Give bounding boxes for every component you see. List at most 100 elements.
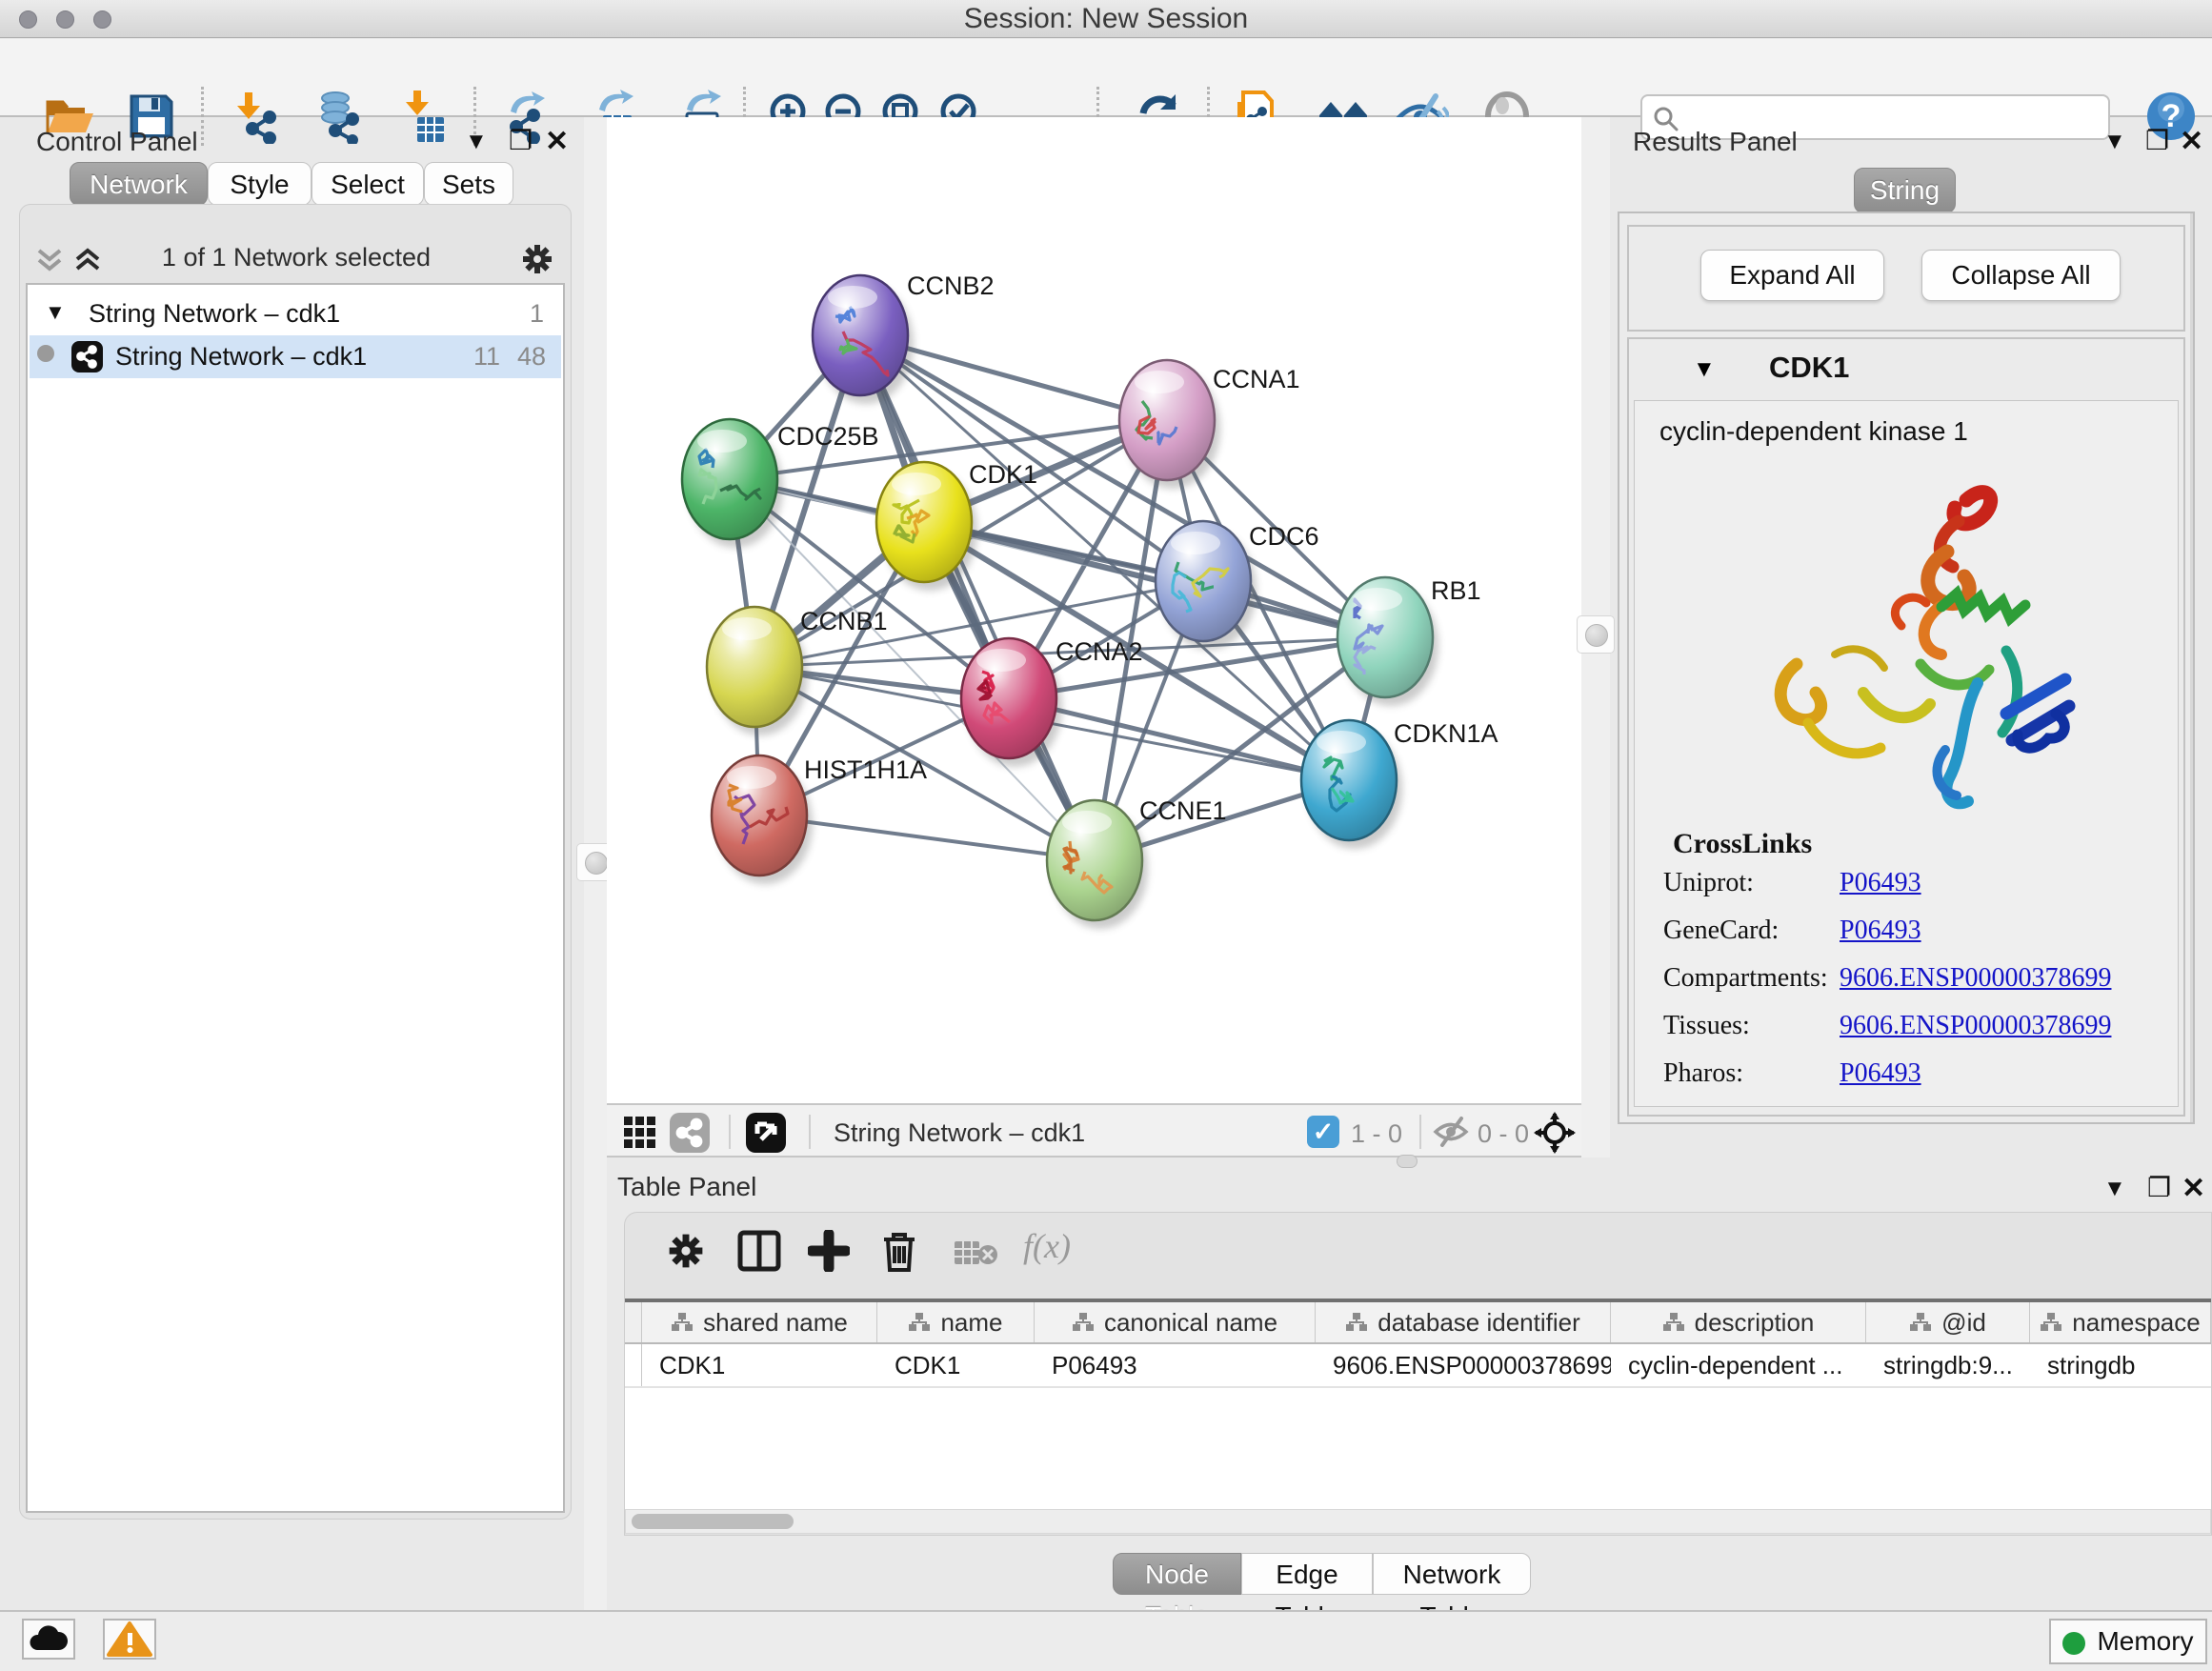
node-column-icon	[1909, 1311, 1932, 1334]
crosslink-value-link[interactable]: 9606.ENSP00000378699	[1840, 963, 2111, 993]
panel-close-icon[interactable]: ✕	[2180, 125, 2203, 158]
memory-button[interactable]: Memory	[2049, 1619, 2207, 1664]
table-column-header[interactable]: canonical name	[1035, 1302, 1316, 1342]
expand-collapse-box: Expand All Collapse All	[1627, 225, 2185, 332]
table-cell[interactable]: stringdb	[2030, 1344, 2211, 1386]
cloud-status-button[interactable]	[22, 1619, 75, 1660]
delete-table-icon[interactable]	[953, 1238, 998, 1270]
network-node[interactable]	[712, 755, 813, 884]
network-node-label: RB1	[1431, 576, 1481, 605]
crosslink-row: Tissues:9606.ENSP00000378699	[1663, 1011, 2111, 1041]
tab-node-table[interactable]: Node Table	[1113, 1553, 1241, 1595]
network-node[interactable]	[1047, 800, 1148, 929]
network-node[interactable]	[876, 462, 977, 591]
panel-close-icon[interactable]: ✕	[545, 125, 569, 158]
network-node-label: CDC6	[1249, 522, 1319, 551]
table-cell[interactable]: CDK1	[642, 1344, 877, 1386]
panel-menu-icon[interactable]: ▼	[2103, 1176, 2126, 1202]
right-splitter-grip[interactable]	[1577, 615, 1615, 654]
table-cell[interactable]: cyclin-dependent ...	[1611, 1344, 1866, 1386]
section-collapse-icon[interactable]: ▼	[1693, 356, 1716, 383]
tab-style[interactable]: Style	[208, 162, 312, 206]
cloud-icon	[24, 1621, 73, 1658]
panel-menu-icon[interactable]: ▼	[465, 129, 488, 155]
results-panel-title: Results Panel	[1633, 127, 1798, 157]
crosslink-value-link[interactable]: P06493	[1840, 1058, 1921, 1088]
network-node[interactable]	[707, 607, 808, 735]
table-cell[interactable]: 9606.ENSP00000378699	[1316, 1344, 1611, 1386]
crosslink-value-link[interactable]: 9606.ENSP00000378699	[1840, 1011, 2111, 1040]
network-collection-label: String Network – cdk1	[89, 299, 340, 329]
options-gear-icon[interactable]	[519, 241, 555, 277]
hidden-eye-icon[interactable]	[1432, 1116, 1470, 1148]
delete-column-icon[interactable]	[880, 1230, 918, 1274]
birdseye-crosshair-icon[interactable]	[1534, 1112, 1576, 1154]
open-in-window-icon[interactable]	[746, 1113, 786, 1153]
collapse-all-button[interactable]: Collapse All	[1921, 250, 2121, 301]
expand-all-button[interactable]: Expand All	[1700, 250, 1884, 301]
table-column-header[interactable]: database identifier	[1316, 1302, 1611, 1342]
table-column-header[interactable]: name	[877, 1302, 1035, 1342]
network-canvas[interactable]: CCNB2CCNA1CDC25BCDK1CDC6RB1CCNB1CCNA2CDK…	[607, 117, 1581, 1103]
select-columns-icon[interactable]	[737, 1230, 781, 1272]
tab-network[interactable]: Network	[70, 162, 208, 206]
selected-counts: 1 - 0	[1351, 1119, 1402, 1149]
grid-view-icon[interactable]	[622, 1115, 658, 1151]
network-tree-item-row[interactable]: String Network – cdk1 11 48	[30, 335, 561, 378]
network-node[interactable]	[961, 638, 1062, 767]
network-tree-root-row[interactable]: ▼ String Network – cdk1 1	[30, 292, 561, 335]
toolbar-divider	[729, 1115, 731, 1149]
scrollbar-thumb[interactable]	[632, 1514, 794, 1529]
crosslink-row: Uniprot:P06493	[1663, 868, 1921, 898]
crosslink-label: Compartments:	[1663, 963, 1840, 994]
tab-sets[interactable]: Sets	[424, 162, 513, 206]
network-node-label: CCNA1	[1213, 365, 1300, 393]
add-column-icon[interactable]	[808, 1230, 850, 1272]
table-column-header[interactable]: namespace	[2030, 1302, 2211, 1342]
table-row-gutter	[625, 1344, 642, 1386]
table-panel: Table Panel ▼ ❐ ✕ f(x) shared namenameca…	[600, 1164, 2212, 1595]
network-node[interactable]	[1156, 521, 1257, 650]
panel-float-icon[interactable]: ❐	[2147, 1172, 2171, 1203]
table-column-header[interactable]: description	[1611, 1302, 1866, 1342]
table-cell[interactable]: CDK1	[877, 1344, 1035, 1386]
string-network-icon	[71, 341, 103, 372]
crosslink-label: Tissues:	[1663, 1011, 1840, 1041]
network-node[interactable]	[1337, 577, 1438, 706]
tab-edge-table[interactable]: Edge Table	[1241, 1553, 1373, 1595]
crosslink-value-link[interactable]: P06493	[1840, 916, 1921, 945]
table-row[interactable]: CDK1CDK1P064939606.ENSP00000378699cyclin…	[625, 1344, 2211, 1386]
tab-string[interactable]: String	[1854, 168, 1956, 213]
collapse-all-icon[interactable]	[35, 247, 64, 273]
node-column-icon	[1662, 1311, 1685, 1334]
panel-close-icon[interactable]: ✕	[2182, 1172, 2205, 1205]
status-bar: Memory	[0, 1610, 2212, 1671]
table-cell[interactable]: stringdb:9...	[1866, 1344, 2030, 1386]
crosslink-row: Compartments:9606.ENSP00000378699	[1663, 963, 2111, 994]
table-cell[interactable]: P06493	[1035, 1344, 1316, 1386]
crosslinks-title: CrossLinks	[1673, 828, 1812, 860]
panel-float-icon[interactable]: ❐	[2145, 125, 2169, 156]
expand-all-icon[interactable]	[73, 247, 102, 273]
selected-count-checkbox-icon[interactable]: ✓	[1307, 1116, 1339, 1148]
node-column-icon	[908, 1311, 931, 1334]
table-horizontal-scrollbar[interactable]	[625, 1509, 2211, 1534]
title-bar: Session: New Session	[0, 0, 2212, 38]
table-gear-icon[interactable]	[665, 1230, 707, 1272]
panel-float-icon[interactable]: ❐	[509, 125, 533, 156]
network-list-box: 1 of 1 Network selected ▼ String Network…	[19, 204, 572, 1520]
network-node-count: 11	[473, 342, 500, 372]
tab-network-table[interactable]: Network Table	[1373, 1553, 1531, 1595]
tab-select[interactable]: Select	[312, 162, 424, 206]
network-thumbnail-icon[interactable]	[670, 1113, 710, 1153]
crosslink-value-link[interactable]: P06493	[1840, 868, 1921, 897]
table-column-header[interactable]: @id	[1866, 1302, 2030, 1342]
network-node[interactable]	[1301, 720, 1402, 849]
table-column-header[interactable]: shared name	[642, 1302, 877, 1342]
function-builder-icon[interactable]: f(x)	[1023, 1226, 1071, 1266]
warning-status-button[interactable]	[103, 1619, 156, 1660]
network-node[interactable]	[813, 275, 914, 404]
network-node[interactable]	[1119, 360, 1220, 489]
tree-expand-icon[interactable]: ▼	[45, 300, 66, 325]
panel-menu-icon[interactable]: ▼	[2103, 129, 2126, 155]
